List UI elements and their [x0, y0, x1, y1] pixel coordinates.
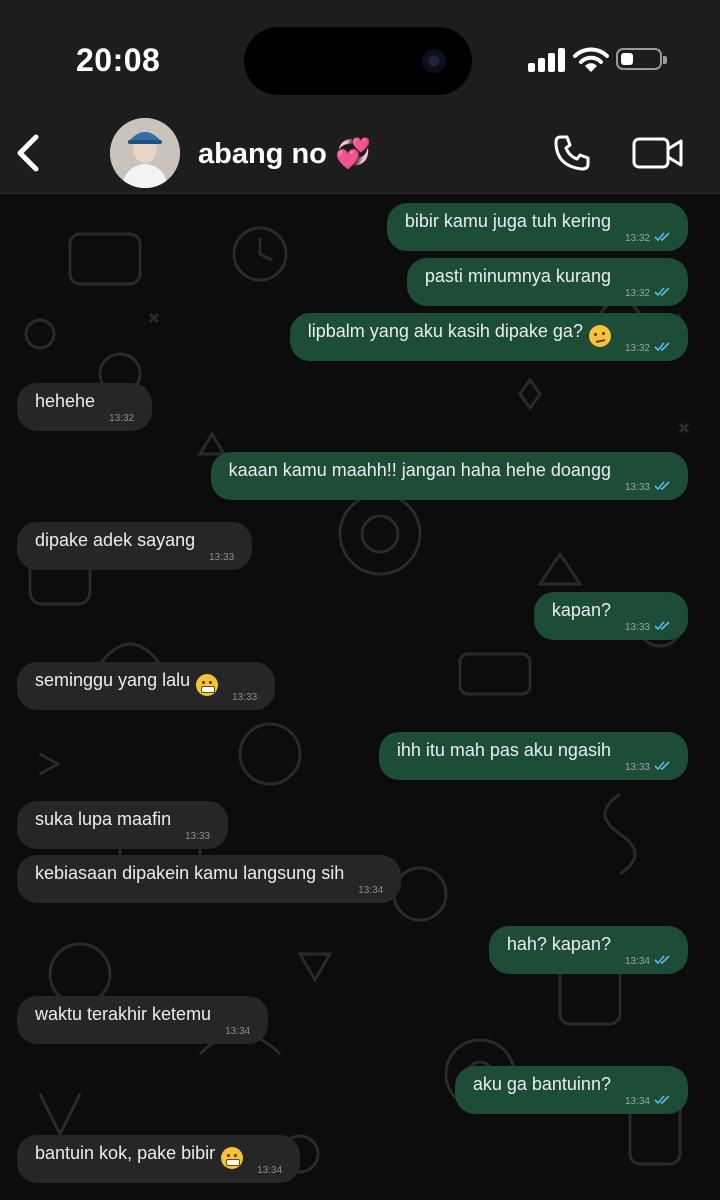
message-timestamp: 13:34: [625, 938, 672, 986]
message-timestamp: 13:32: [109, 395, 134, 443]
status-icons: [528, 46, 688, 76]
outgoing-message[interactable]: ihh itu mah pas aku ngasih 13:33: [378, 732, 688, 780]
read-ticks-icon: [654, 287, 670, 297]
read-ticks-icon: [654, 481, 670, 491]
battery-icon: [616, 48, 667, 70]
message-text: kapan?: [551, 600, 611, 620]
contact-avatar[interactable]: [110, 118, 180, 188]
timestamp-text: 13:33: [624, 762, 650, 773]
message-text: kaaan kamu maahh!! jangan haha hehe doan…: [228, 460, 611, 480]
message-timestamp: 13:32: [625, 215, 672, 263]
raised-eyebrow-emoji: [588, 325, 611, 347]
grimacing-emoji: [221, 1147, 244, 1169]
timestamp-text: 13:32: [624, 343, 650, 354]
timestamp-text: 13:33: [624, 622, 650, 633]
timestamp-text: 13:33: [185, 831, 211, 842]
message-text: hehehe: [35, 391, 96, 411]
timestamp-text: 13:33: [232, 692, 258, 703]
read-ticks-icon: [654, 955, 670, 965]
message-timestamp: 13:32: [625, 325, 672, 373]
timestamp-text: 13:34: [358, 885, 384, 896]
read-ticks-icon: [654, 761, 670, 771]
front-camera-icon: [422, 49, 446, 73]
message-timestamp: 13:34: [225, 1008, 250, 1056]
message-timestamp: 13:34: [257, 1147, 282, 1195]
message-timestamp: 13:33: [232, 674, 257, 722]
read-ticks-icon: [654, 1095, 670, 1105]
outgoing-message[interactable]: kaaan kamu maahh!! jangan haha hehe doan…: [210, 452, 688, 500]
chat-screen: 20:08 abang no 💞 bibir kamu juga tuh ker…: [0, 0, 720, 1200]
incoming-message[interactable]: dipake adek sayang 13:33: [17, 522, 253, 570]
message-text: bibir kamu juga tuh kering: [404, 211, 611, 231]
phone-call-icon[interactable]: [552, 133, 592, 173]
incoming-message[interactable]: kebiasaan dipakein kamu langsung sih 13:3…: [17, 855, 402, 903]
message-timestamp: 13:34: [358, 867, 383, 915]
outgoing-message[interactable]: bibir kamu juga tuh kering 13:32: [386, 203, 688, 251]
message-text: pasti minumnya kurang: [424, 266, 611, 286]
timestamp-text: 13:33: [624, 482, 650, 493]
timestamp-text: 13:34: [225, 1026, 251, 1037]
timestamp-text: 13:33: [209, 552, 235, 563]
cellular-signal-icon: [528, 46, 566, 72]
incoming-message[interactable]: hehehe 13:32: [17, 383, 153, 431]
message-text: aku ga bantuinn?: [472, 1074, 611, 1094]
dynamic-island: [244, 27, 472, 95]
message-text: bantuin kok, pake bibir: [35, 1143, 216, 1163]
timestamp-text: 13:32: [109, 413, 135, 424]
message-list[interactable]: bibir kamu juga tuh kering13:32 pasti min…: [0, 194, 720, 1200]
incoming-message[interactable]: waktu terakhir ketemu 13:34: [17, 996, 269, 1044]
read-ticks-icon: [654, 342, 670, 352]
contact-name[interactable]: abang no 💞: [198, 137, 371, 171]
timestamp-text: 13:34: [257, 1165, 283, 1176]
read-ticks-icon: [654, 232, 670, 242]
message-text: kebiasaan dipakein kamu langsung sih: [35, 863, 345, 883]
message-timestamp: 13:34: [625, 1078, 672, 1126]
outgoing-message[interactable]: hah? kapan? 13:34: [488, 926, 688, 974]
message-text: suka lupa maafin: [35, 809, 172, 829]
message-timestamp: 13:33: [625, 464, 672, 512]
timestamp-text: 13:34: [624, 1096, 650, 1107]
grimacing-emoji: [196, 674, 219, 696]
outgoing-message[interactable]: aku ga bantuinn? 13:34: [454, 1066, 688, 1114]
incoming-message[interactable]: bantuin kok, pake bibir 13:34: [17, 1135, 301, 1183]
top-bar: 20:08 abang no 💞: [0, 0, 720, 194]
message-timestamp: 13:33: [625, 604, 672, 652]
message-text: dipake adek sayang: [35, 530, 196, 550]
outgoing-message[interactable]: kapan? 13:33: [533, 592, 688, 640]
message-timestamp: 13:32: [625, 270, 672, 318]
back-arrow-icon[interactable]: [10, 131, 46, 175]
timestamp-text: 13:32: [624, 233, 650, 244]
message-text: seminggu yang lalu: [35, 670, 191, 690]
video-call-icon[interactable]: [632, 136, 684, 170]
incoming-message[interactable]: seminggu yang lalu 13:33: [17, 662, 276, 710]
message-timestamp: 13:33: [625, 744, 672, 792]
timestamp-text: 13:34: [624, 956, 650, 967]
message-text: lipbalm yang aku kasih dipake ga?: [307, 321, 583, 341]
read-ticks-icon: [654, 621, 670, 631]
message-timestamp: 13:33: [209, 534, 234, 582]
message-text: waktu terakhir ketemu: [35, 1004, 212, 1024]
status-time: 20:08: [76, 42, 161, 78]
outgoing-message[interactable]: pasti minumnya kurang 13:32: [406, 258, 688, 306]
outgoing-message[interactable]: lipbalm yang aku kasih dipake ga? 13:32: [289, 313, 688, 361]
message-text: ihh itu mah pas aku ngasih: [396, 740, 611, 760]
message-text: hah? kapan?: [506, 934, 611, 954]
wifi-icon: [573, 47, 609, 72]
timestamp-text: 13:32: [624, 288, 650, 299]
incoming-message[interactable]: suka lupa maafin 13:33: [17, 801, 229, 849]
